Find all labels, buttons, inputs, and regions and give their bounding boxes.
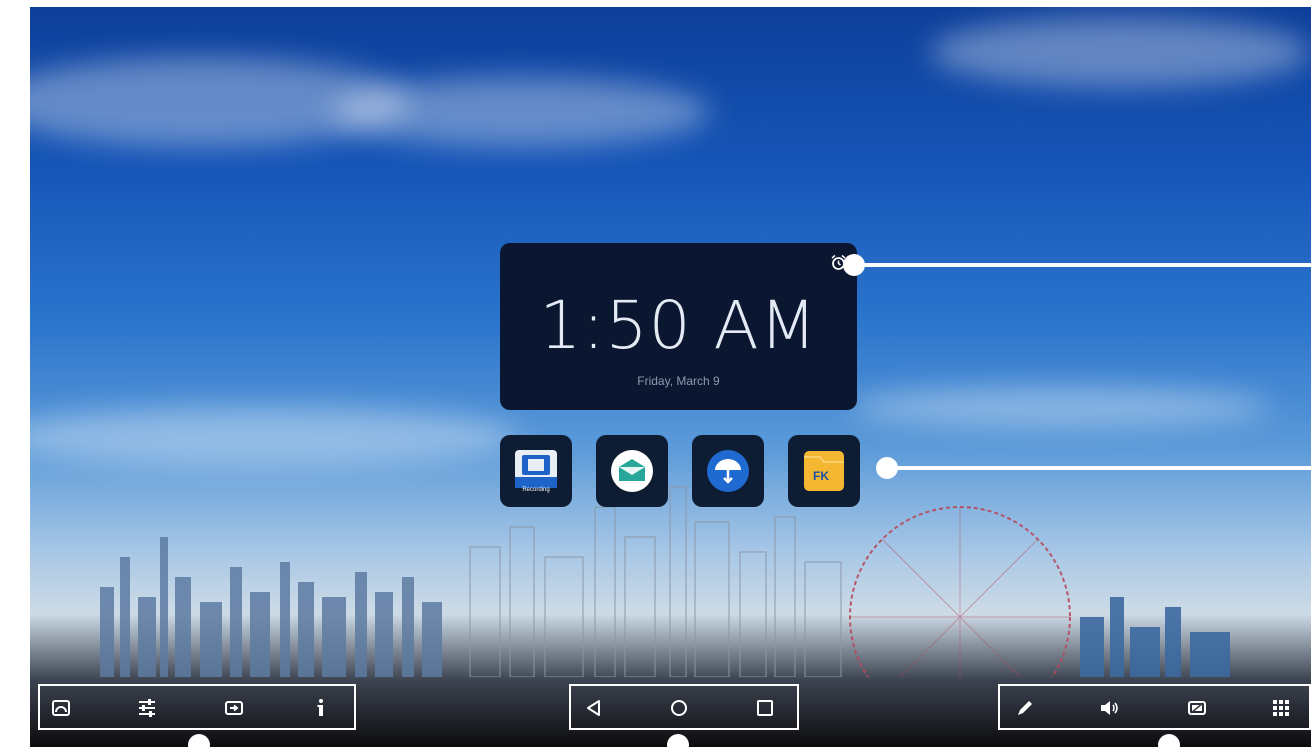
cloud [850,387,1270,427]
nav-bar-callout-dot [667,734,689,756]
cloud [330,77,710,147]
volume-icon[interactable] [1098,697,1120,719]
screen-mirror-icon[interactable] [50,697,72,719]
app-label: Recording [522,487,550,493]
clock-date: Friday, March 9 [637,374,720,388]
clock-widget[interactable]: 1:50 AM Friday, March 9 [500,243,857,410]
svg-text:FK: FK [813,469,829,483]
app-file-manager[interactable]: FK [788,435,860,507]
clock-time: 1:50 AM [539,287,818,364]
mail-app-icon [611,450,653,492]
back-icon[interactable] [583,697,605,719]
apps-callout-line [895,466,1311,470]
cloud-app-icon [707,450,749,492]
app-cloud[interactable] [692,435,764,507]
clock-callout-line [862,263,1311,267]
recording-app-icon [515,450,557,488]
app-recording[interactable]: Recording [500,435,572,507]
cloud [930,17,1310,87]
recents-icon[interactable] [754,697,776,719]
screenshot-icon[interactable] [1186,697,1208,719]
input-source-icon[interactable] [223,697,245,719]
city-skyline-illustration [100,486,1230,677]
navigation-bar [569,684,799,730]
info-icon[interactable] [310,697,332,719]
right-toolbar-callout-dot [1158,734,1180,756]
left-toolbar-callout-dot [188,734,210,756]
pen-icon[interactable] [1014,697,1036,719]
home-screen: 1:50 AM Friday, March 9 Recording FK [30,7,1311,747]
right-toolbar [998,684,1311,730]
cloud [30,407,520,467]
app-mail[interactable] [596,435,668,507]
app-grid-icon[interactable] [1270,697,1292,719]
home-icon[interactable] [668,697,690,719]
left-toolbar [38,684,356,730]
folder-app-icon: FK [804,451,844,491]
sliders-icon[interactable] [136,697,158,719]
